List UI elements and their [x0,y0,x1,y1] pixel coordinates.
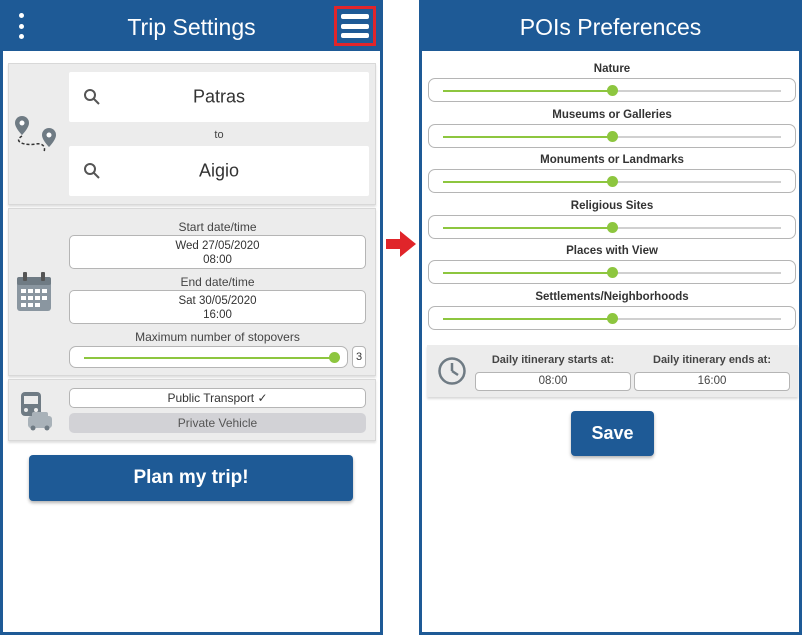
start-date-value: Wed 27/05/2020 [175,240,260,252]
preference-label: Places with View [566,245,658,257]
start-time-value: 08:00 [203,254,232,266]
slider-knob[interactable] [607,176,618,187]
preference-item: Places with View [428,243,796,284]
destination-field[interactable]: Aigio [69,146,369,196]
preference-slider[interactable] [428,305,796,330]
route-icon [15,116,56,153]
slider-knob[interactable] [607,85,618,96]
plan-trip-button[interactable]: Plan my trip! [29,455,353,501]
slider-knob[interactable] [607,221,618,233]
preference-label: Settlements/Neighborhoods [535,290,689,303]
destination-value: Aigio [198,160,240,181]
preference-item: Settlements/Neighborhoods [428,289,796,330]
preference-item: Monuments or Landmarks [428,152,796,193]
dates-card: Start date/time Wed 27/05/2020 08:00 End… [8,208,376,376]
preference-slider[interactable] [428,169,796,193]
stopovers-value: 3 [352,346,366,368]
arrow-right-icon [386,231,416,257]
slider-knob[interactable] [607,130,618,142]
preference-slider[interactable] [428,123,796,148]
private-vehicle-option[interactable]: Private Vehicle [69,413,366,433]
start-datetime-label: Start date/time [178,220,257,234]
preference-label: Museums or Galleries [552,108,672,121]
end-time-field[interactable]: 16:00 [634,372,790,391]
itinerary-time-card: Daily itinerary starts at: 08:00 Daily i… [427,345,798,397]
clock-icon [438,357,466,385]
slider-fill [443,226,612,229]
public-transport-option[interactable]: Public Transport ✓ [69,388,366,408]
slider-knob[interactable] [607,312,618,324]
end-datetime-label: End date/time [180,275,255,289]
transport-icon [21,392,52,431]
slider-knob[interactable] [329,352,340,363]
preference-item: Religious Sites [428,198,796,239]
preference-item: Nature [428,61,796,102]
end-date-value: Sat 30/05/2020 [178,295,257,307]
origin-value: Patras [192,86,246,107]
end-time-label: Daily itinerary ends at: [653,354,771,366]
origin-field[interactable]: Patras [69,72,369,122]
save-button[interactable]: Save [571,411,654,456]
start-time-label: Daily itinerary starts at: [491,354,615,366]
preference-label: Nature [593,63,631,75]
slider-fill [443,181,612,183]
connector-label: to [214,129,224,141]
trip-settings-screen: Trip Settings Patras to Aigio Start date… [0,0,383,635]
slider-fill [443,135,612,138]
slider-fill [443,272,612,274]
preference-label: Religious Sites [570,199,654,212]
slider-fill [443,90,612,92]
calendar-icon [17,272,51,311]
start-datetime-field[interactable]: Wed 27/05/2020 08:00 [69,235,366,269]
end-datetime-field[interactable]: Sat 30/05/2020 16:00 [69,290,366,324]
more-options-icon[interactable] [15,13,27,39]
preference-slider[interactable] [428,214,796,239]
stopovers-slider[interactable] [69,346,348,368]
slider-knob[interactable] [607,267,618,278]
stopovers-label: Maximum number of stopovers [135,330,300,344]
preference-slider[interactable] [428,78,796,102]
page-title: Trip Settings [127,13,256,40]
page-title: POIs Preferences [519,13,702,40]
preference-slider[interactable] [428,260,796,284]
slider-fill [84,357,334,359]
poi-preferences-screen: POIs Preferences Nature Museums or Galler… [419,0,802,635]
transport-card: Public Transport ✓ Private Vehicle [8,379,376,441]
start-time-field[interactable]: 08:00 [475,372,631,391]
end-time-value: 16:00 [203,309,232,321]
route-card: Patras to Aigio [8,63,376,205]
preference-label: Monuments or Landmarks [540,154,684,166]
menu-icon[interactable] [334,6,376,46]
app-bar: POIs Preferences [422,3,799,51]
slider-fill [443,317,612,320]
app-bar: Trip Settings [3,3,380,51]
preference-item: Museums or Galleries [428,107,796,148]
